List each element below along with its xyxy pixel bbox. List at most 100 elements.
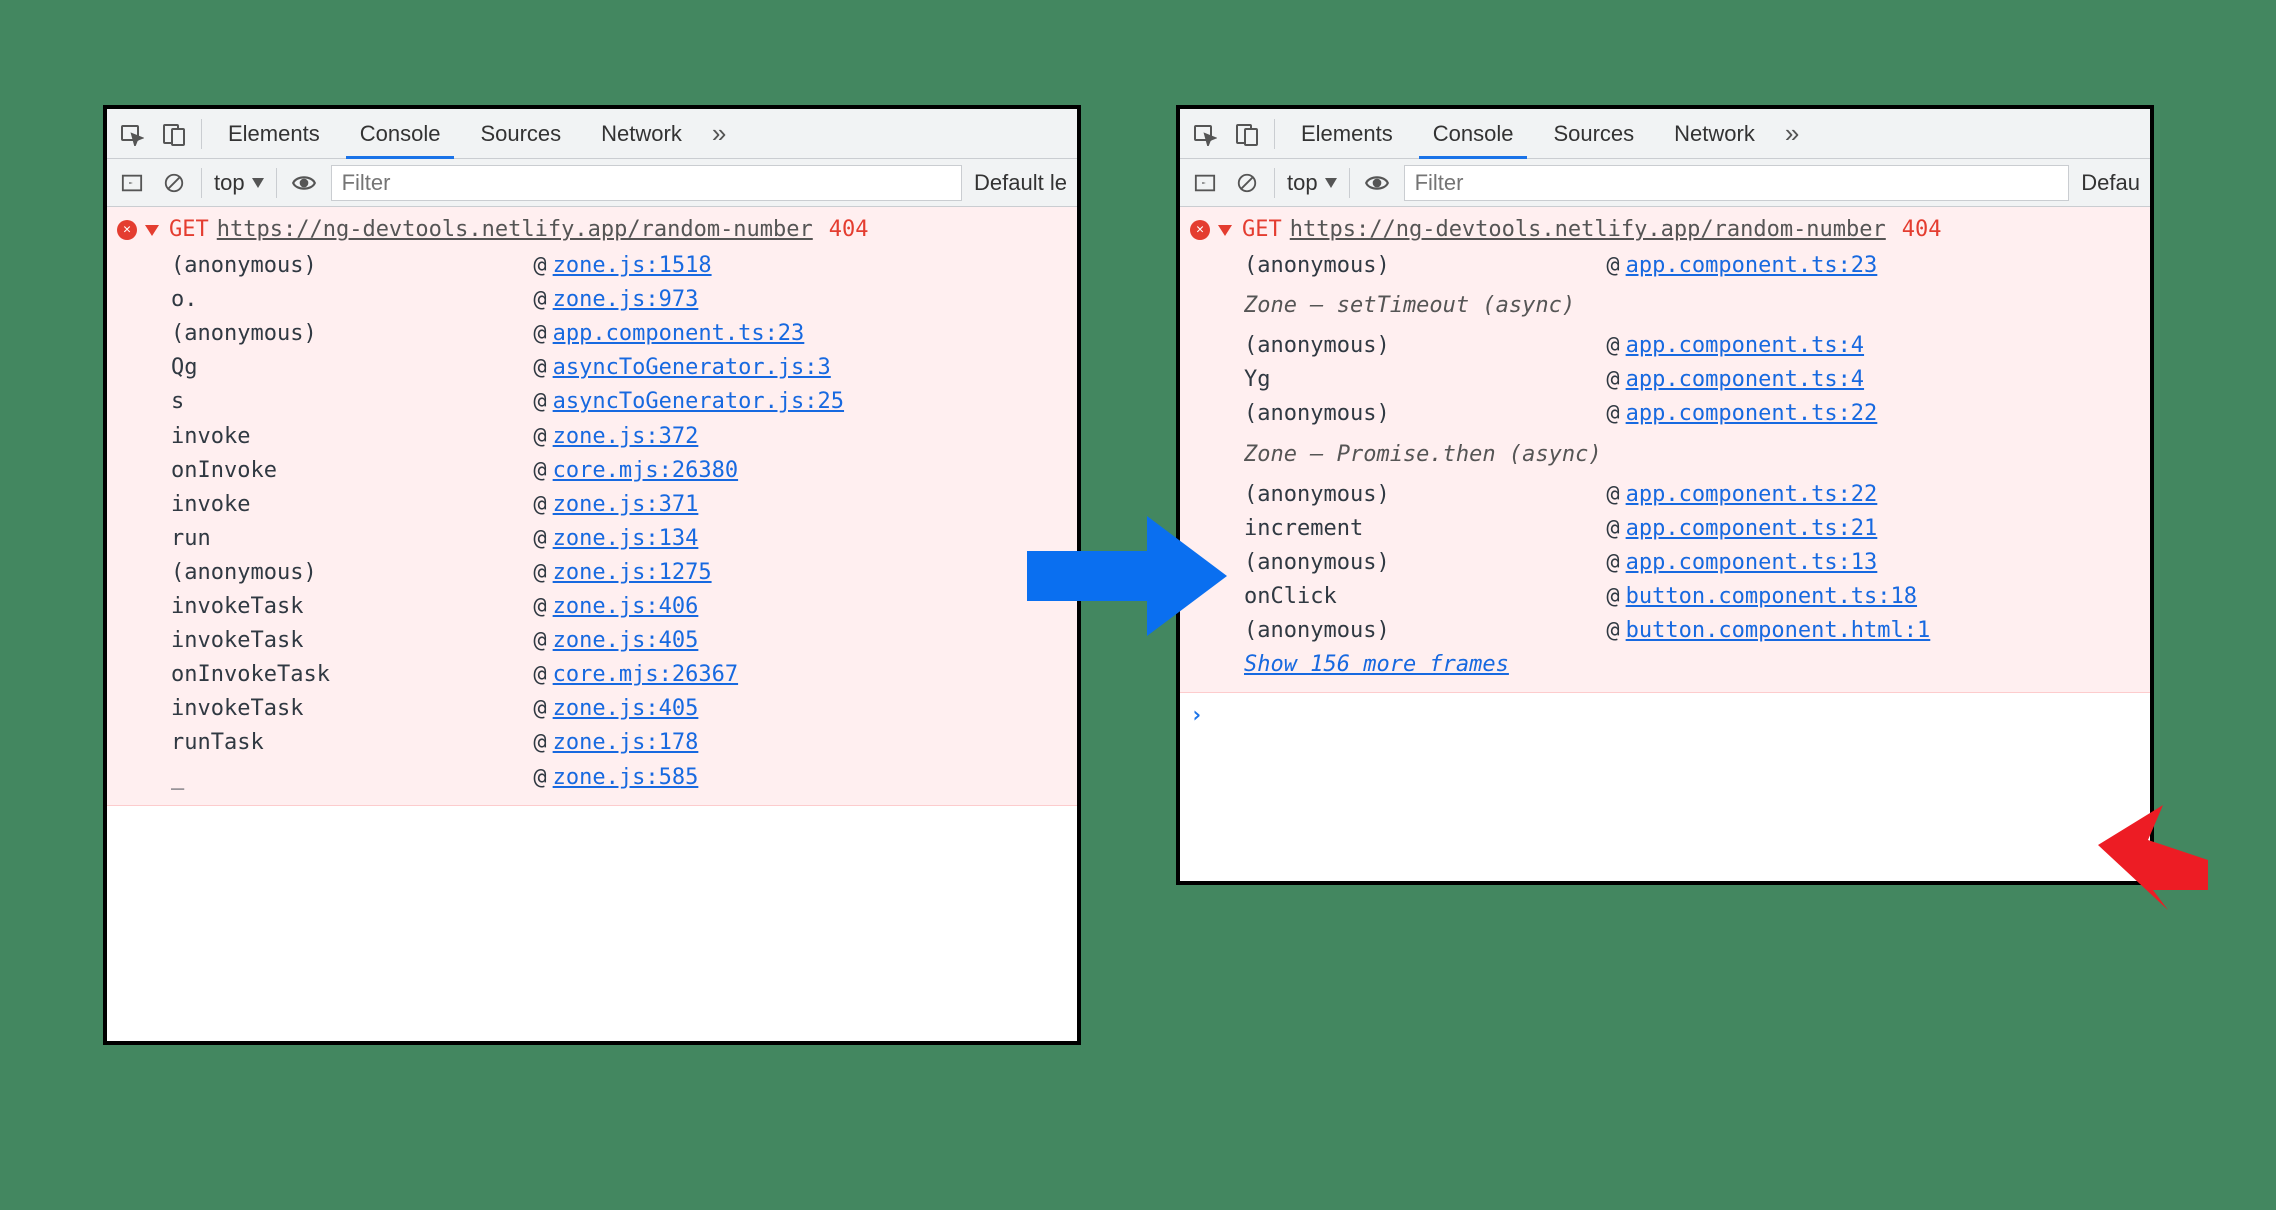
- tab-label: Elements: [228, 121, 320, 147]
- tab-console[interactable]: Console: [346, 109, 455, 158]
- error-url[interactable]: https://ng-devtools.netlify.app/random-n…: [217, 213, 813, 247]
- tab-elements[interactable]: Elements: [214, 109, 334, 158]
- frame-location: @zone.js:585: [533, 761, 698, 795]
- source-link[interactable]: zone.js:1275: [553, 560, 712, 585]
- context-selector[interactable]: top: [214, 170, 264, 196]
- source-link[interactable]: zone.js:1518: [553, 253, 712, 278]
- frame-function: o.: [171, 283, 533, 317]
- source-link[interactable]: app.component.ts:21: [1626, 516, 1878, 541]
- frame-function: (anonymous): [1244, 614, 1606, 648]
- device-toggle-icon[interactable]: [159, 119, 189, 149]
- source-link[interactable]: zone.js:405: [553, 628, 699, 653]
- source-link[interactable]: app.component.ts:22: [1626, 482, 1878, 507]
- expand-triangle-icon[interactable]: [145, 225, 159, 236]
- source-link[interactable]: app.component.ts:23: [1626, 253, 1878, 278]
- tab-sources[interactable]: Sources: [466, 109, 575, 158]
- frame-location: @zone.js:371: [533, 488, 698, 522]
- frame-function: invoke: [171, 420, 533, 454]
- frame-location: @app.component.ts:23: [1606, 249, 1877, 283]
- clear-console-icon[interactable]: [159, 168, 189, 198]
- tab-network[interactable]: Network: [587, 109, 696, 158]
- filter-input[interactable]: [331, 165, 962, 201]
- stack-frame: s@asyncToGenerator.js:25: [107, 385, 1077, 419]
- frame-location: @app.component.ts:13: [1606, 546, 1877, 580]
- frame-function: increment: [1244, 512, 1606, 546]
- error-header[interactable]: GET https://ng-devtools.netlify.app/rand…: [107, 211, 1077, 249]
- frame-function: invoke: [171, 488, 533, 522]
- source-link[interactable]: zone.js:585: [553, 765, 699, 790]
- source-link[interactable]: zone.js:372: [553, 424, 699, 449]
- inspect-element-icon[interactable]: [1190, 119, 1220, 149]
- show-more-frames[interactable]: Show 156 more frames: [1180, 648, 2150, 682]
- separator: [1349, 168, 1350, 198]
- tab-label: Sources: [1553, 121, 1634, 147]
- source-link[interactable]: zone.js:371: [553, 492, 699, 517]
- tab-label: Network: [1674, 121, 1755, 147]
- source-link[interactable]: zone.js:973: [553, 287, 699, 312]
- source-link[interactable]: asyncToGenerator.js:3: [553, 355, 831, 380]
- source-link[interactable]: core.mjs:26380: [553, 458, 738, 483]
- frame-location: @asyncToGenerator.js:25: [533, 385, 844, 419]
- devtools-tab-bar: Elements Console Sources Network »: [1180, 109, 2150, 159]
- log-levels-selector[interactable]: Defau: [2081, 170, 2140, 196]
- source-link[interactable]: app.component.ts:23: [553, 321, 805, 346]
- frame-function: (anonymous): [171, 317, 533, 351]
- stack-frame: invokeTask@zone.js:405: [107, 692, 1077, 726]
- console-sidebar-toggle-icon[interactable]: [1190, 168, 1220, 198]
- source-link[interactable]: zone.js:406: [553, 594, 699, 619]
- clear-console-icon[interactable]: [1232, 168, 1262, 198]
- stack-frame: (anonymous)@app.component.ts:22: [1180, 478, 2150, 512]
- eye-icon[interactable]: [289, 168, 319, 198]
- source-link[interactable]: app.component.ts:13: [1626, 550, 1878, 575]
- error-url[interactable]: https://ng-devtools.netlify.app/random-n…: [1290, 213, 1886, 247]
- source-link[interactable]: button.component.ts:18: [1626, 584, 1917, 609]
- frame-function: invokeTask: [171, 590, 533, 624]
- source-link[interactable]: asyncToGenerator.js:25: [553, 389, 844, 414]
- eye-icon[interactable]: [1362, 168, 1392, 198]
- source-link[interactable]: zone.js:405: [553, 696, 699, 721]
- log-levels-selector[interactable]: Default le: [974, 170, 1067, 196]
- context-selector[interactable]: top: [1287, 170, 1337, 196]
- tab-sources[interactable]: Sources: [1539, 109, 1648, 158]
- error-header[interactable]: GET https://ng-devtools.netlify.app/rand…: [1180, 211, 2150, 249]
- console-toolbar: top Defau: [1180, 159, 2150, 207]
- device-toggle-icon[interactable]: [1232, 119, 1262, 149]
- inspect-element-icon[interactable]: [117, 119, 147, 149]
- console-sidebar-toggle-icon[interactable]: [117, 168, 147, 198]
- stack-frame: invokeTask@zone.js:406: [107, 590, 1077, 624]
- tab-label: Console: [360, 121, 441, 147]
- frame-function: invokeTask: [171, 624, 533, 658]
- stack-frame: (anonymous)@zone.js:1518: [107, 249, 1077, 283]
- more-tabs-icon[interactable]: »: [1785, 118, 1799, 149]
- source-link[interactable]: app.component.ts:22: [1626, 401, 1878, 426]
- source-link[interactable]: button.component.html:1: [1626, 618, 1931, 643]
- tab-network[interactable]: Network: [1660, 109, 1769, 158]
- stack-frame: runTask@zone.js:178: [107, 726, 1077, 760]
- separator: [1274, 168, 1275, 198]
- more-tabs-icon[interactable]: »: [712, 118, 726, 149]
- stack-frame: _@zone.js:585: [107, 761, 1077, 795]
- source-link[interactable]: app.component.ts:4: [1626, 367, 1864, 392]
- stack-frame: run@zone.js:134: [107, 522, 1077, 556]
- separator: [201, 168, 202, 198]
- frame-location: @app.component.ts:23: [533, 317, 804, 351]
- frame-location: @zone.js:372: [533, 420, 698, 454]
- filter-input[interactable]: [1404, 165, 2070, 201]
- console-prompt[interactable]: ›: [1180, 693, 2150, 739]
- tab-elements[interactable]: Elements: [1287, 109, 1407, 158]
- source-link[interactable]: core.mjs:26367: [553, 662, 738, 687]
- frame-function: (anonymous): [171, 556, 533, 590]
- expand-triangle-icon[interactable]: [1218, 225, 1232, 236]
- show-more-link[interactable]: Show 156 more frames: [1244, 648, 1509, 682]
- frame-location: @zone.js:134: [533, 522, 698, 556]
- frame-function: invokeTask: [171, 692, 533, 726]
- source-link[interactable]: zone.js:134: [553, 526, 699, 551]
- source-link[interactable]: zone.js:178: [553, 730, 699, 755]
- frame-function: runTask: [171, 726, 533, 760]
- source-link[interactable]: app.component.ts:4: [1626, 333, 1864, 358]
- stack-frame: (anonymous)@zone.js:1275: [107, 556, 1077, 590]
- error-icon: [1190, 220, 1210, 240]
- tab-console[interactable]: Console: [1419, 109, 1528, 158]
- frame-location: @app.component.ts:22: [1606, 478, 1877, 512]
- frame-location: @asyncToGenerator.js:3: [533, 351, 830, 385]
